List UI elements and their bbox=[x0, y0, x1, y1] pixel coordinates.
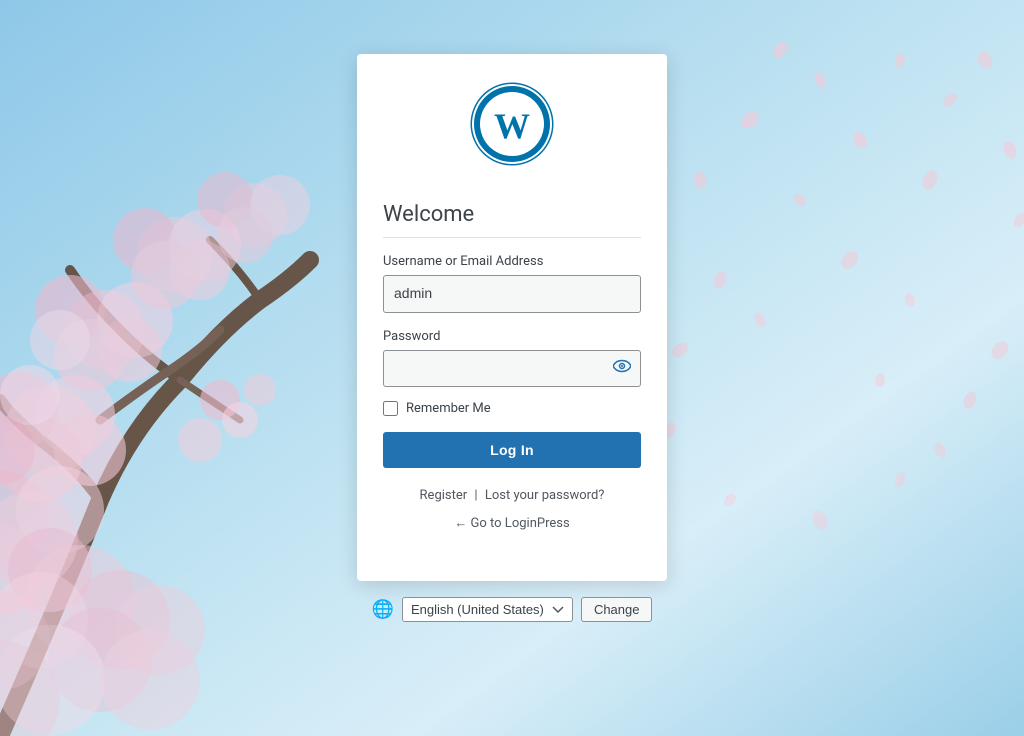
svg-text:W: W bbox=[494, 106, 530, 146]
page-wrapper: W Welcome Username or Email Address Pass… bbox=[0, 0, 1024, 736]
card-body: Welcome Username or Email Address Passwo… bbox=[357, 186, 667, 551]
password-input-wrapper bbox=[383, 350, 641, 388]
lost-password-link[interactable]: Lost your password? bbox=[485, 488, 605, 503]
username-input[interactable] bbox=[383, 275, 641, 313]
remember-me-row: Remember Me bbox=[383, 401, 641, 416]
go-to-loginpress-link[interactable]: ← Go to LoginPress bbox=[454, 516, 569, 531]
language-icon: 🌐 bbox=[372, 599, 394, 620]
bottom-links: Register | Lost your password? bbox=[383, 488, 641, 503]
username-group: Username or Email Address bbox=[383, 254, 641, 313]
username-input-wrapper bbox=[383, 275, 641, 313]
wordpress-logo: W bbox=[470, 82, 554, 166]
username-label: Username or Email Address bbox=[383, 254, 641, 269]
password-group: Password bbox=[383, 329, 641, 388]
login-button[interactable]: Log In bbox=[383, 432, 641, 468]
language-select[interactable]: English (United States) English (UK) Esp… bbox=[402, 597, 573, 622]
link-separator: | bbox=[474, 488, 477, 503]
change-language-button[interactable]: Change bbox=[581, 597, 653, 622]
logo-area: W bbox=[357, 54, 667, 186]
login-card: W Welcome Username or Email Address Pass… bbox=[357, 54, 667, 581]
remember-me-label[interactable]: Remember Me bbox=[406, 401, 491, 416]
register-link[interactable]: Register bbox=[420, 488, 468, 503]
welcome-heading: Welcome bbox=[383, 202, 641, 238]
remember-me-checkbox[interactable] bbox=[383, 401, 398, 416]
password-input[interactable] bbox=[383, 350, 641, 388]
password-label: Password bbox=[383, 329, 641, 344]
password-toggle-icon[interactable] bbox=[613, 359, 631, 378]
go-to-loginpress: ← Go to LoginPress bbox=[383, 515, 641, 531]
language-bar: 🌐 English (United States) English (UK) E… bbox=[372, 597, 653, 622]
